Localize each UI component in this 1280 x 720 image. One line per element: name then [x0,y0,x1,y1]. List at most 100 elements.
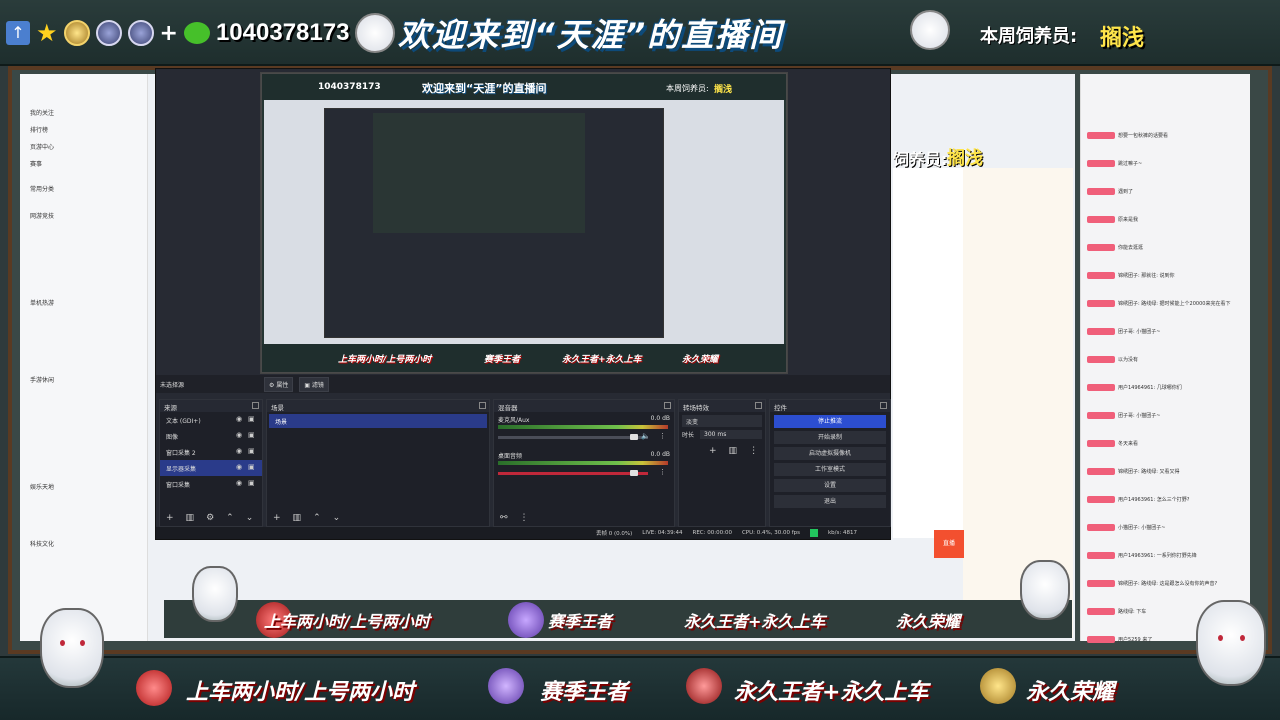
cpu-usage: CPU: 0.4%, 30.00 fps [741,530,800,536]
chevron-up-icon[interactable]: ⌃ [226,513,234,523]
fan-badge-icon [1087,384,1115,391]
chat-message: 遇到了 [1087,188,1133,195]
fan-badge-icon [1087,188,1115,195]
sidebar-item-events[interactable]: 赛事 [20,155,147,172]
trophy-icon [980,668,1016,704]
studio-mode-button[interactable]: 工作室模式 [774,463,886,476]
nested-qq-number: 1040378173 [318,82,381,92]
banner-item: 赛季王者 [540,680,629,705]
stream-frame: ↑ ★ + 1040378173 欢迎来到“天涯”的直播间 本周饲养员: 搁浅 … [0,0,1280,720]
trash-icon[interactable]: ▥ [186,513,195,523]
trash-icon[interactable]: ▥ [729,446,738,456]
fan-badge-icon [1087,552,1115,559]
eye-icon[interactable]: ◉ [236,479,244,487]
banner-item: 永久王者+永久上车 [684,612,826,631]
menu-dots-icon[interactable]: ⋮ [520,513,529,523]
scenes-header: 场景 [267,400,489,412]
transition-select[interactable]: 淡变 [682,415,762,427]
fader-knob[interactable] [630,470,638,476]
lock-icon[interactable]: ▣ [248,463,256,471]
start-recording-button[interactable]: 开始录制 [774,431,886,444]
scene-item[interactable]: 场景 [269,414,487,428]
source-item-selected[interactable]: 显示器采集 ◉ ▣ [160,460,262,476]
scenes-toolbar: + ▥ ⌃ ⌄ [267,510,489,526]
chat-text: 你能去逛逛 [1118,245,1144,251]
sources-toolbar: + ▥ ⚙ ⌃ ⌄ [160,510,262,526]
lock-icon[interactable]: ▣ [248,415,256,423]
sidebar-item-single[interactable]: 单机热游 [20,294,147,311]
live-timer: LIVE: 04:39:44 [642,530,683,536]
fan-badge-icon [1087,356,1115,363]
duration-input[interactable]: 300 ms [700,430,762,439]
fader-knob[interactable] [630,434,638,440]
eye-icon[interactable]: ◉ [236,415,244,423]
menu-dots-icon[interactable]: ⋮ [659,468,666,476]
exit-button[interactable]: 退出 [774,495,886,508]
chat-text: 团子哥: 小猫团子~ [1118,413,1161,419]
menu-dots-icon[interactable]: ⋮ [749,446,758,456]
add-icon[interactable]: + [273,513,281,523]
sidebar-item-common[interactable]: 常用分类 [20,180,147,197]
sidebar-item-tech[interactable]: 科技文化 [20,535,147,552]
mixer-panel: 混音器 麦克风/Aux 0.0 dB 🔈 ⋮ 桌面音频 0.0 dB ⋮ ⚯ ⋮ [493,399,675,527]
add-icon[interactable]: + [709,446,717,456]
dock-icon[interactable] [252,402,259,409]
source-item[interactable]: 图像 ◉ ▣ [160,428,262,444]
chevron-down-icon[interactable]: ⌄ [246,513,254,523]
lock-icon[interactable]: ▣ [248,447,256,455]
chevron-down-icon[interactable]: ⌄ [333,513,341,523]
dock-icon[interactable] [880,402,887,409]
lock-icon[interactable]: ▣ [248,479,256,487]
channel-db: 0.0 dB [650,415,670,422]
dock-icon[interactable] [755,402,762,409]
chat-text: 用户14963961: 一系列你打野先锋 [1118,553,1197,559]
nested-banner-item: 永久王者+永久上车 [562,355,642,365]
feeder-name: 搁浅 [1100,26,1145,51]
trash-icon[interactable]: ▥ [293,513,302,523]
sidebar-item-mobile[interactable]: 手游休闲 [20,371,147,388]
volume-fader[interactable] [498,472,648,475]
dock-icon[interactable] [479,402,486,409]
speaker-icon[interactable]: 🔈 [641,432,650,440]
add-icon[interactable]: + [166,513,174,523]
menu-dots-icon[interactable]: ⋮ [659,432,666,440]
filters-button[interactable]: ▣ 滤镜 [299,376,329,392]
chat-text: 原来是我 [1118,217,1139,223]
virtual-camera-button[interactable]: 启动虚拟摄像机 [774,447,886,460]
gear-icon[interactable]: ⚙ [206,513,214,523]
lock-icon[interactable]: ▣ [248,431,256,439]
rec-timer: REC: 00:00:00 [692,530,732,536]
source-item[interactable]: 窗口采集 ◉ ▣ [160,476,262,492]
sidebar-item-rank[interactable]: 排行榜 [20,121,147,138]
sidebar-item-webgames[interactable]: 页游中心 [20,138,147,155]
sidebar-item-follow[interactable]: 我的关注 [20,104,147,121]
banner-item: 赛季王者 [548,612,613,631]
link-icon[interactable]: ⚯ [500,513,508,523]
source-item[interactable]: 文本 (GDI+) ◉ ▣ [160,412,262,428]
banner-item: 永久王者+永久上车 [734,680,929,705]
duration-label: 时长 [682,432,695,439]
chevron-up-icon[interactable]: ⌃ [313,513,321,523]
sidebar-item-online[interactable]: 网游竞技 [20,207,147,224]
source-item[interactable]: 窗口采集 2 ◉ ▣ [160,444,262,460]
cat-mascot-icon [40,608,104,688]
dock-icon[interactable] [664,402,671,409]
fan-badge-icon [1087,160,1115,167]
star-icon: ★ [36,19,58,47]
volume-fader[interactable] [498,436,648,439]
sidebar-item-ent[interactable]: 娱乐天地 [20,478,147,495]
live-mini-button[interactable]: 直播 [934,530,964,558]
eye-icon[interactable]: ◉ [236,447,244,455]
wechat-icon [183,22,210,44]
settings-button[interactable]: 设置 [774,479,886,492]
properties-button[interactable]: ⚙ 属性 [264,376,294,392]
eye-icon[interactable]: ◉ [236,463,244,471]
top-banner-badges: ↑ ★ + 1040378173 [6,8,396,58]
eye-icon[interactable]: ◉ [236,431,244,439]
rank-emblem-icon [95,20,122,46]
rocket-icon [136,670,172,706]
chat-text: 锦绣团子: 那就往: 说到你 [1118,273,1175,279]
fan-badge-icon [1087,216,1115,223]
cat-mascot-icon [355,13,396,53]
stop-stream-button[interactable]: 停止推流 [774,415,886,428]
